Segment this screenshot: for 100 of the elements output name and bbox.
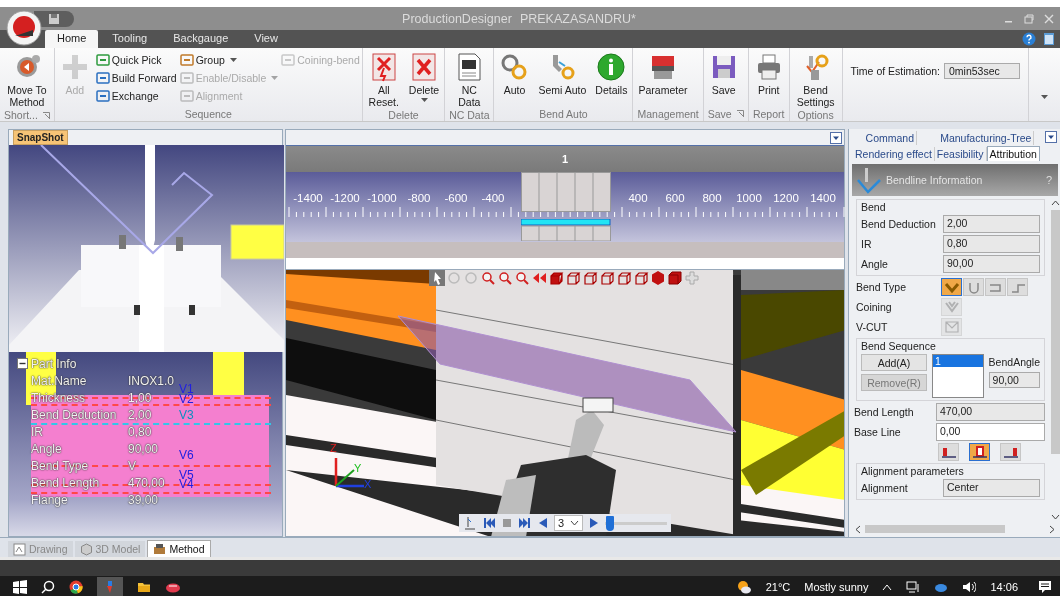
input-field[interactable]: 0,00: [936, 423, 1045, 441]
ribbon-tab[interactable]: Backgauge: [161, 30, 241, 48]
ribbon-button[interactable]: Quick Pick: [95, 52, 177, 68]
sequence-button[interactable]: Add(A): [861, 354, 927, 371]
taskbar-app-button[interactable]: [97, 576, 123, 596]
snapshot-tab[interactable]: SnapShot: [13, 130, 68, 145]
group-label: NC Data: [449, 109, 490, 121]
ribbon-button[interactable]: Move To Method: [2, 51, 52, 109]
ribbon-button[interactable]: Parameter: [635, 51, 691, 97]
bend-marker-label: V6: [179, 448, 194, 462]
cube-view-icon[interactable]: [633, 270, 649, 286]
field-label: Angle: [861, 258, 889, 270]
ribbon-button[interactable]: Group: [179, 52, 279, 68]
property-value: INOX1.0: [128, 373, 175, 388]
chevron-up-icon[interactable]: [882, 582, 893, 591]
input-field[interactable]: 470,00: [936, 403, 1045, 421]
notification-icon[interactable]: [1038, 579, 1052, 594]
cube-view-icon[interactable]: [548, 270, 564, 286]
zoom-fit-icon[interactable]: [514, 270, 530, 286]
scroll-right-icon[interactable]: [1049, 524, 1055, 534]
ribbon-button[interactable]: Print: [750, 51, 787, 97]
caret-icon: [1041, 95, 1048, 99]
scroll-thumb[interactable]: [865, 525, 1005, 533]
dialog-launcher-icon[interactable]: [736, 110, 744, 117]
previous-icon[interactable]: [537, 517, 549, 529]
input-field[interactable]: 90,00: [943, 255, 1040, 273]
ribbon-button[interactable]: NC Data: [447, 51, 492, 109]
input-field[interactable]: 0,80: [943, 235, 1040, 253]
dropdown-icon[interactable]: [1045, 131, 1057, 143]
ribbon-button[interactable]: Build Forward: [95, 70, 177, 86]
ribbon-tab[interactable]: Tooling: [100, 30, 160, 48]
group-label: Sequence: [184, 107, 232, 120]
group-label: Delete: [388, 109, 419, 121]
group-title: Bend Sequence: [861, 340, 937, 352]
ribbon-button[interactable]: Semi Auto: [535, 51, 590, 97]
ribbon-tab[interactable]: Home: [45, 30, 99, 48]
dropdown-icon[interactable]: [830, 131, 842, 144]
field-label: Alignment: [861, 482, 909, 494]
input-field[interactable]: Center: [943, 479, 1040, 497]
scroll-thumb[interactable]: [1050, 210, 1060, 454]
scroll-up-icon[interactable]: [1050, 200, 1060, 206]
network-icon[interactable]: [906, 580, 921, 593]
windows-logo-icon[interactable]: [13, 579, 27, 594]
group-label: Short...: [4, 109, 38, 121]
group-label: Options: [797, 109, 834, 121]
panel-tab[interactable]: Feasibility: [934, 147, 987, 161]
solid-view-icon[interactable]: [650, 270, 666, 286]
window-icon[interactable]: [1044, 32, 1054, 46]
frame-select[interactable]: 3: [554, 515, 584, 531]
help-icon[interactable]: [1022, 32, 1036, 46]
input-field[interactable]: 2,00: [943, 215, 1040, 233]
input-field[interactable]: 90,00: [988, 372, 1040, 388]
panel-tab[interactable]: Attribution: [986, 146, 1040, 161]
ribbon-button[interactable]: Auto: [496, 51, 533, 97]
bend-type-button[interactable]: [941, 278, 962, 296]
rewind-icon[interactable]: [531, 270, 547, 286]
temperature-text[interactable]: 21°C: [765, 580, 791, 593]
list-item[interactable]: 1: [933, 355, 983, 367]
panel-tab[interactable]: Manufacturing-Tree: [938, 131, 1035, 145]
search-icon[interactable]: [41, 579, 55, 594]
workspace-tab[interactable]: Method: [147, 540, 211, 557]
tool-icon: [179, 53, 194, 67]
panel-tab[interactable]: Command: [863, 131, 917, 145]
ribbon-tab[interactable]: View: [242, 30, 290, 48]
alignment-button[interactable]: [938, 443, 959, 461]
cube-icon[interactable]: [667, 270, 683, 286]
sequence-list[interactable]: 1: [932, 354, 984, 398]
last-frame-icon[interactable]: [518, 517, 532, 529]
coining-icon: [942, 299, 961, 315]
ribbon-button[interactable]: Delete: [405, 51, 443, 103]
scroll-down-icon[interactable]: [1050, 514, 1060, 520]
cube-view-icon[interactable]: [599, 270, 615, 286]
weather-icon[interactable]: [735, 579, 752, 594]
part-info-title: Part Info: [31, 356, 77, 371]
alignment-button[interactable]: [969, 443, 990, 461]
ribbon-button[interactable]: All Reset.: [364, 51, 403, 109]
cube-view-icon[interactable]: [616, 270, 632, 286]
ribbon-button[interactable]: Save: [705, 51, 742, 97]
volume-icon[interactable]: [962, 580, 977, 593]
time-label: Time of Estimation:: [850, 64, 940, 77]
dialog-launcher-icon[interactable]: [42, 111, 50, 119]
alignment-button[interactable]: [1000, 443, 1021, 461]
panel-tab[interactable]: Rendering effect: [853, 147, 935, 161]
collapse-toggle-icon[interactable]: [17, 358, 28, 369]
ribbon-button[interactable]: Exchange: [95, 88, 177, 104]
zoom-window-icon[interactable]: [497, 270, 513, 286]
clock-text[interactable]: 14:06: [990, 580, 1018, 593]
first-frame-icon[interactable]: [482, 517, 496, 529]
playback-slider[interactable]: [605, 515, 667, 531]
cube-view-icon[interactable]: [565, 270, 581, 286]
field-label: Bend Deduction: [861, 218, 937, 230]
browser-icon[interactable]: [69, 579, 83, 594]
save-icon[interactable]: [48, 12, 60, 25]
weather-text[interactable]: Mostly sunny: [804, 580, 869, 593]
ribbon-button[interactable]: Details: [592, 51, 631, 97]
zoom-icon[interactable]: [480, 270, 496, 286]
slider-thumb[interactable]: [606, 515, 615, 531]
ribbon-button[interactable]: Bend Settings: [791, 51, 840, 109]
scroll-left-icon[interactable]: [855, 524, 861, 534]
cube-view-icon[interactable]: [582, 270, 598, 286]
